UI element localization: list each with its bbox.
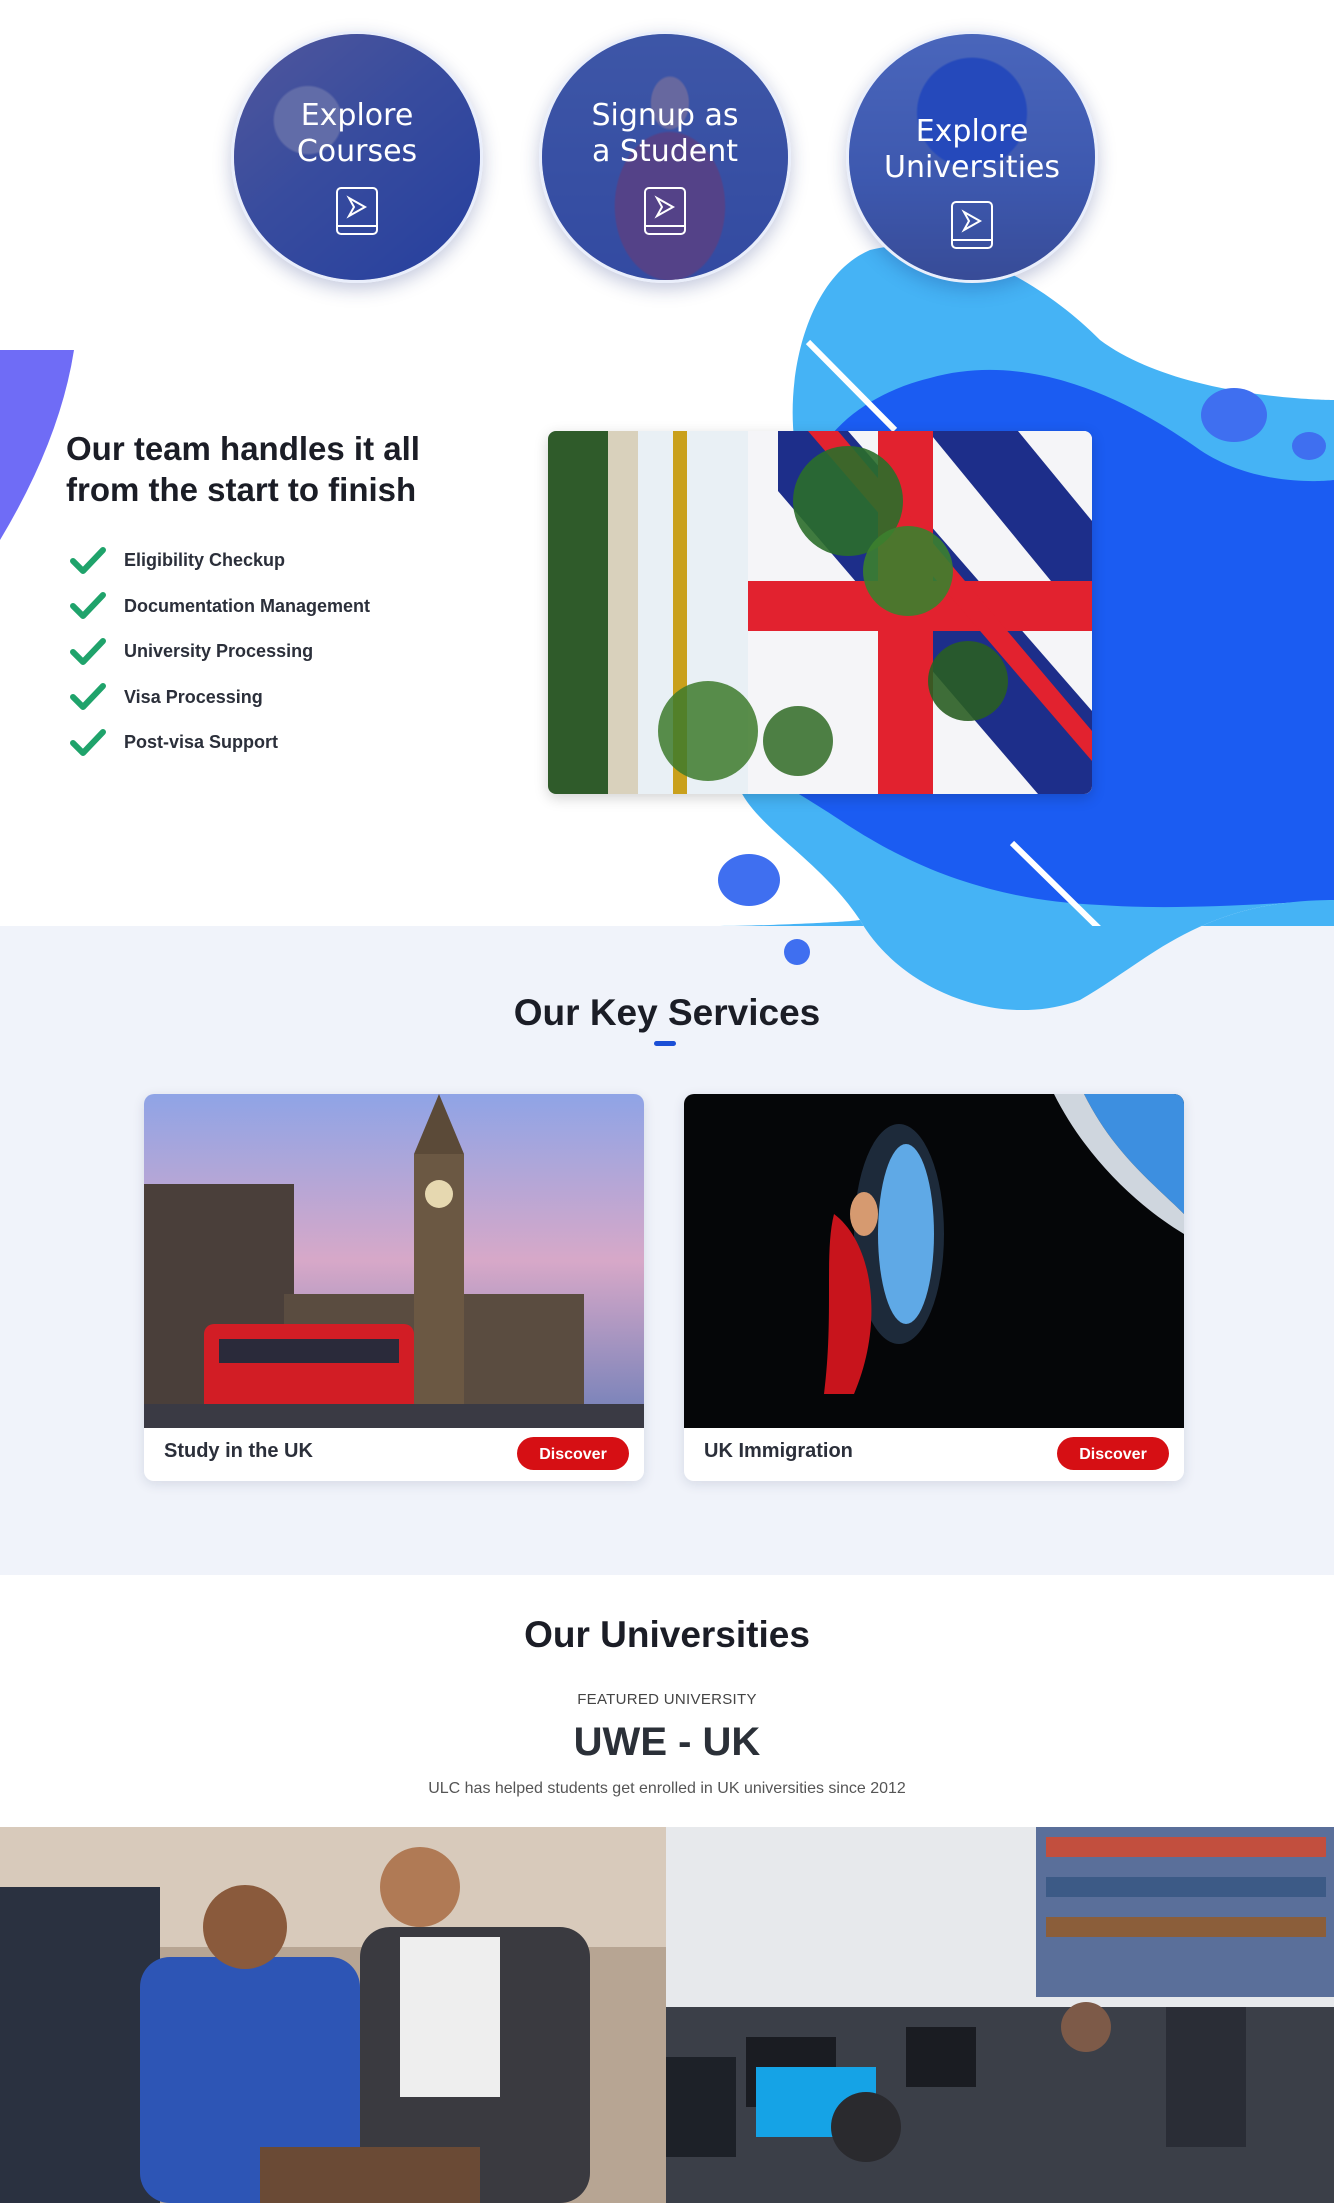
checkmark-icon: [70, 592, 106, 620]
circle-label: Explore Universities: [883, 114, 1060, 185]
checkmark-icon: [70, 728, 106, 756]
library-computers-photo: [666, 1827, 1334, 2203]
discover-button[interactable]: Discover: [517, 1437, 629, 1470]
checkmark-icon: [70, 637, 106, 665]
university-name[interactable]: UWE - UK: [0, 1720, 1334, 1765]
explore-universities-circle[interactable]: Explore Universities: [846, 31, 1098, 283]
list-item: University Processing: [70, 629, 370, 675]
circle-label: Signup as a Student: [591, 98, 739, 169]
union-jack-photo: [548, 431, 1092, 794]
service-card-immigration[interactable]: UK Immigration Discover: [684, 1094, 1184, 1481]
card-title: UK Immigration: [704, 1440, 853, 1462]
play-tablet-icon: [951, 201, 993, 249]
featured-label: FEATURED UNIVERSITY: [577, 1691, 757, 1708]
title-underline: [654, 1041, 676, 1046]
card-title: Study in the UK: [164, 1440, 313, 1462]
list-item: Visa Processing: [70, 675, 370, 721]
play-tablet-icon: [644, 187, 686, 235]
circle-label: Explore Courses: [296, 98, 418, 169]
services-title: Our Key Services: [513, 992, 821, 1033]
university-description: ULC has helped students get enrolled in …: [428, 1780, 906, 1797]
workshop-students-photo: [0, 1827, 666, 2203]
team-heading: Our team handles it all from the start t…: [66, 430, 420, 508]
checkmark-icon: [70, 546, 106, 574]
service-card-study[interactable]: Study in the UK Discover: [144, 1094, 644, 1481]
explore-courses-circle[interactable]: Explore Courses: [231, 31, 483, 283]
list-item: Documentation Management: [70, 584, 370, 630]
airplane-window-photo: [684, 1094, 1184, 1428]
universities-title: Our Universities: [524, 1614, 810, 1655]
big-ben-photo: [144, 1094, 644, 1428]
services-checklist: Eligibility Checkup Documentation Manage…: [70, 538, 370, 766]
list-item: Eligibility Checkup: [70, 538, 370, 584]
signup-student-circle[interactable]: Signup as a Student: [539, 31, 791, 283]
discover-button[interactable]: Discover: [1057, 1437, 1169, 1470]
play-tablet-icon: [336, 187, 378, 235]
list-item: Post-visa Support: [70, 720, 370, 766]
checkmark-icon: [70, 683, 106, 711]
